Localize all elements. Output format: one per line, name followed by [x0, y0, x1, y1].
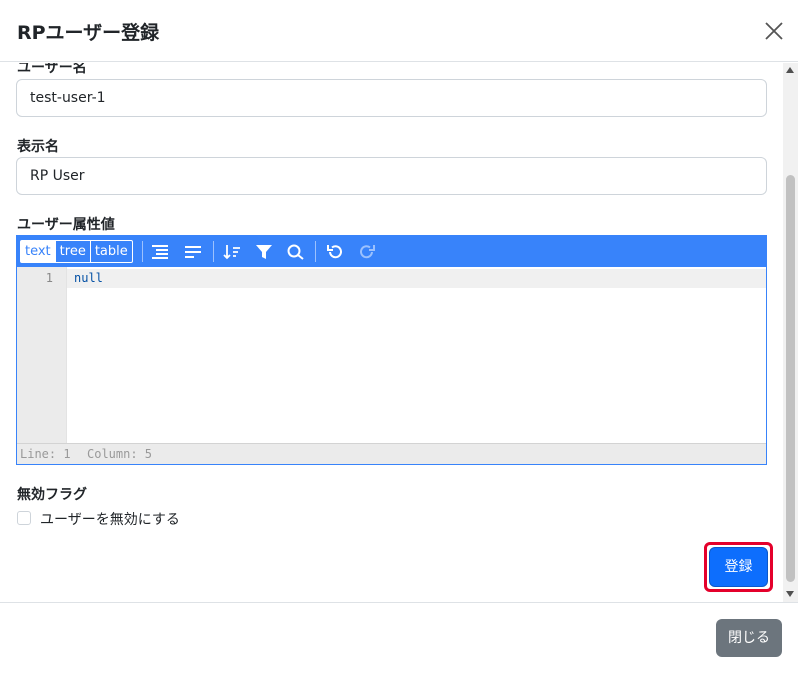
toolbar-divider — [213, 241, 214, 262]
status-line: Line: 1 — [20, 447, 71, 461]
compact-icon[interactable] — [181, 240, 205, 263]
display-name-input[interactable]: RP User — [16, 157, 767, 195]
editor-toolbar: text tree table — [17, 236, 766, 267]
modal-header: RPユーザー登録 — [0, 0, 798, 62]
disabled-flag-label: 無効フラグ — [17, 487, 87, 503]
json-editor[interactable]: text tree table 1 null Line: 1 Column: 5 — [16, 235, 767, 465]
close-button[interactable]: 閉じる — [716, 619, 782, 657]
mode-switcher: text tree table — [20, 240, 133, 263]
active-line-highlight — [67, 269, 766, 288]
attributes-label: ユーザー属性値 — [17, 217, 115, 233]
line-number: 1 — [45, 271, 53, 285]
editor-gutter: 1 — [17, 267, 67, 443]
modal-body: ユーザー名 test-user-1 表示名 RP User ユーザー属性値 te… — [0, 63, 798, 602]
sort-icon[interactable] — [220, 240, 244, 263]
vertical-scrollbar[interactable] — [783, 63, 798, 602]
editor-statusbar: Line: 1 Column: 5 — [17, 443, 766, 464]
modal-title: RPユーザー登録 — [17, 22, 160, 44]
filter-icon[interactable] — [252, 240, 276, 263]
close-icon[interactable] — [762, 19, 786, 43]
toolbar-divider — [315, 241, 316, 262]
undo-icon[interactable] — [323, 240, 347, 263]
format-icon[interactable] — [148, 240, 172, 263]
scroll-down-arrow-icon[interactable] — [786, 591, 794, 597]
mode-text-button[interactable]: text — [21, 241, 56, 262]
redo-icon[interactable] — [355, 240, 379, 263]
modal-dialog: RPユーザー登録 ユーザー名 test-user-1 表示名 RP User ユ… — [0, 0, 798, 673]
register-button[interactable]: 登録 — [709, 547, 768, 587]
disable-user-checkbox-label[interactable]: ユーザーを無効にする — [40, 509, 180, 529]
mode-table-button[interactable]: table — [91, 241, 132, 262]
search-icon[interactable] — [284, 240, 308, 263]
editor-content[interactable]: null — [74, 271, 103, 285]
display-name-label: 表示名 — [17, 139, 59, 155]
disable-user-checkbox[interactable] — [17, 511, 31, 525]
username-label: ユーザー名 — [17, 63, 87, 76]
scroll-thumb[interactable] — [786, 175, 795, 582]
username-input[interactable]: test-user-1 — [16, 79, 767, 117]
status-column: Column: 5 — [87, 447, 153, 461]
mode-tree-button[interactable]: tree — [56, 241, 91, 262]
modal-footer: 閉じる — [0, 602, 798, 673]
scroll-up-arrow-icon[interactable] — [786, 67, 794, 73]
toolbar-divider — [142, 241, 143, 262]
